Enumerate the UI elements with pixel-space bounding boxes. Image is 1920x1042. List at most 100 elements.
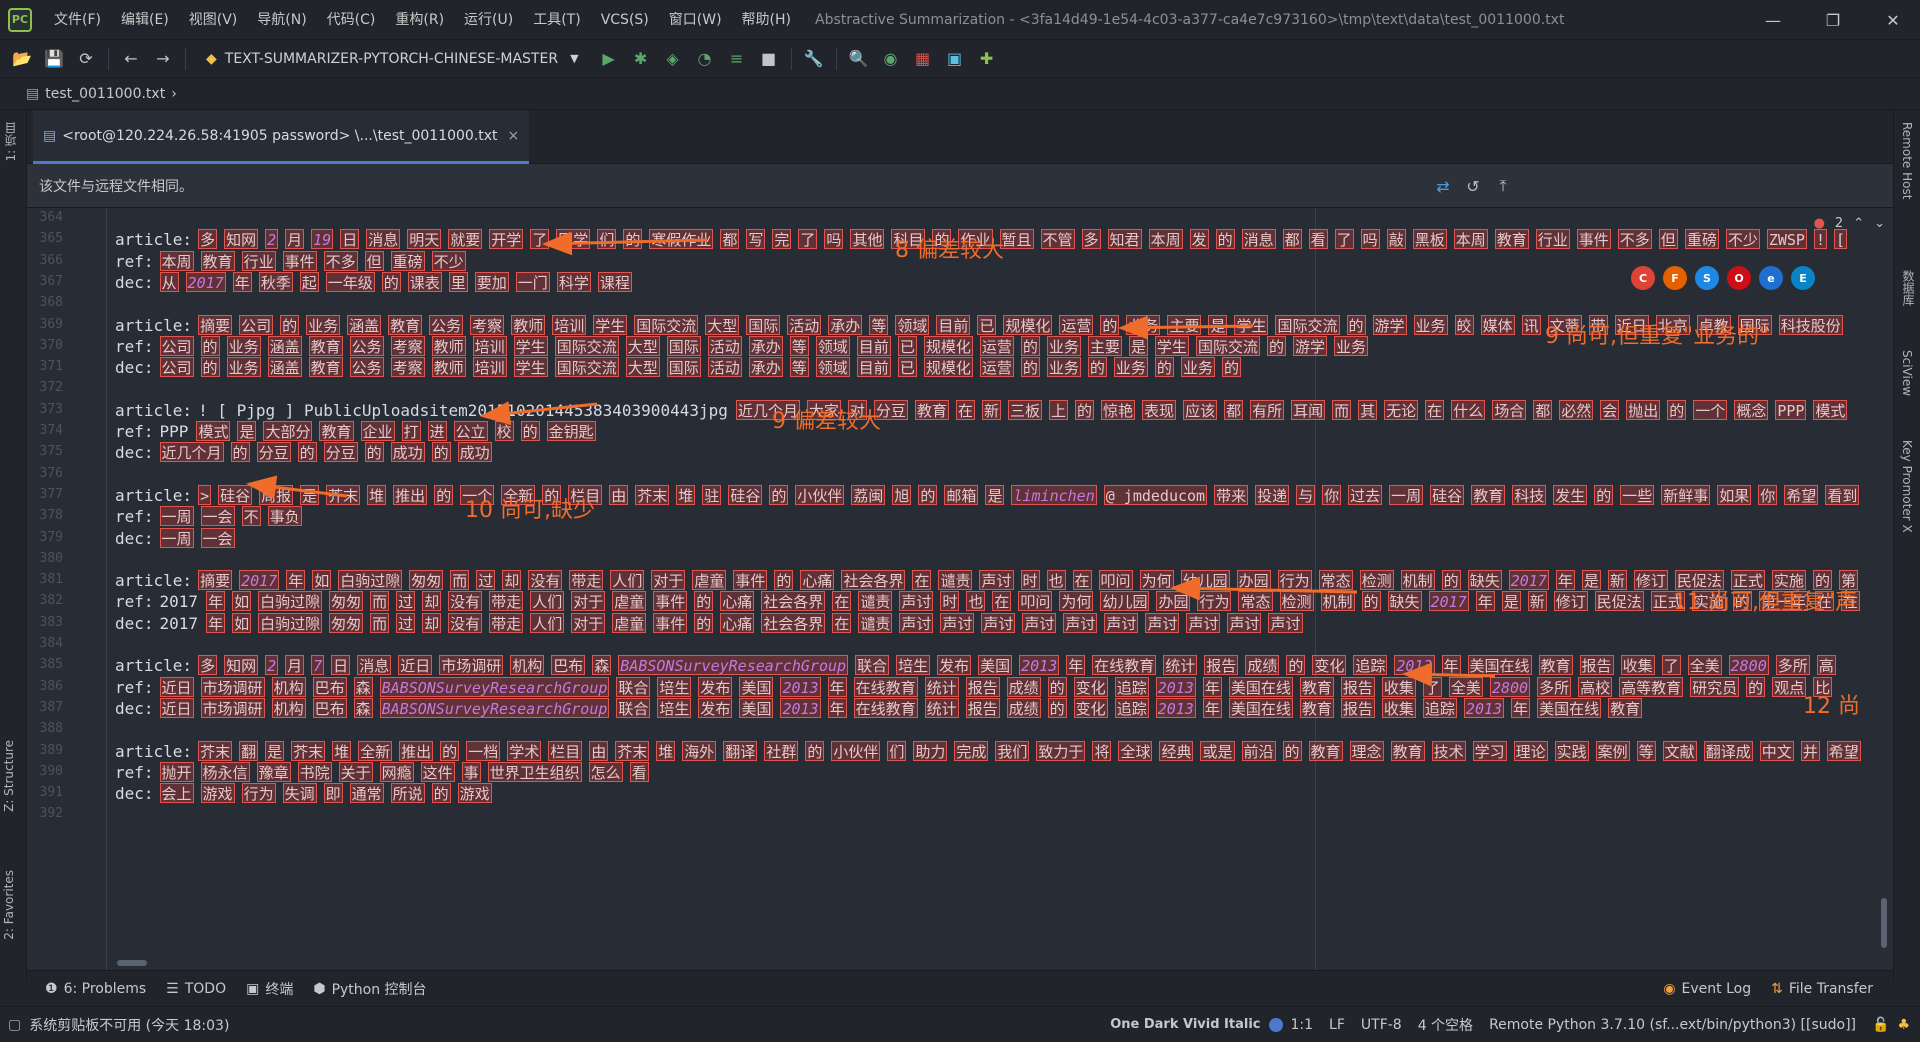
lock-icon[interactable]: 🔓 xyxy=(1872,1017,1889,1033)
arrow-8 xyxy=(542,231,708,256)
menu-item-5[interactable]: 重构(R) xyxy=(385,0,454,40)
revert-icon[interactable]: ↺ xyxy=(1461,174,1485,198)
annotation-9b: 9 偏差较大 xyxy=(772,409,881,434)
project-structure-icon[interactable]: ▦ xyxy=(910,46,936,72)
open-folder-icon[interactable]: 📂 xyxy=(9,46,35,72)
compare-icon[interactable]: ⇄ xyxy=(1431,174,1455,198)
editor-tab-label: <root@120.224.26.58:41905 password> \...… xyxy=(62,127,498,144)
concurrency-icon[interactable]: ≡ xyxy=(724,46,750,72)
navigation-bar: ▤ test_0011000.txt › xyxy=(0,78,1920,110)
theme-indicator-icon xyxy=(1268,1017,1283,1032)
tool-window-buttons-right: ◉ Event Log ⇅ File Transfer xyxy=(1653,971,1883,1007)
tool-window-icon: ⇅ xyxy=(1771,980,1783,997)
menu-item-3[interactable]: 导航(N) xyxy=(247,0,316,40)
arrow-9b xyxy=(480,401,598,426)
annotation-9: 9 尚可,但重复"业务的" xyxy=(1545,324,1770,349)
tool-window-button[interactable]: ⬢ Python 控制台 xyxy=(303,971,436,1007)
menu-item-1[interactable]: 编辑(E) xyxy=(111,0,179,40)
right-tool-strip: Remote Host 数据库 SciView Key Promoter X xyxy=(1893,110,1920,980)
tool-window-button[interactable]: ☰ TODO xyxy=(156,971,236,1007)
main-menu: 文件(F) 编辑(E) 视图(V) 导航(N) 代码(C) 重构(R) 运行(U) 工具(T)… xyxy=(44,0,801,40)
minimize-button[interactable]: — xyxy=(1750,0,1796,40)
run-icon[interactable]: ▶ xyxy=(596,46,622,72)
forward-arrow-icon[interactable]: → xyxy=(150,46,176,72)
search-icon[interactable]: 🔍 xyxy=(846,46,872,72)
window-title: Abstractive Summarization - <3fa14d49-1e… xyxy=(815,11,1565,28)
annotation-12: 12 尚 xyxy=(1803,694,1860,719)
tool-window-icon: ☰ xyxy=(166,980,179,997)
annotation-8: 8 偏差较大 xyxy=(895,238,1004,263)
horizontal-scrollbar[interactable] xyxy=(117,960,147,966)
coverage-icon[interactable]: ◈ xyxy=(660,46,686,72)
tool-window-button[interactable]: ◉ Event Log xyxy=(1653,971,1761,1007)
cursor-position[interactable]: 1:1 xyxy=(1283,1017,1322,1033)
tool-window-label: TODO xyxy=(184,980,227,997)
upload-icon[interactable]: ⤒ xyxy=(1491,174,1515,198)
profile-icon[interactable]: ◔ xyxy=(692,46,718,72)
run-configuration-selector[interactable]: ◆ TEXT-SUMMARIZER-PYTORCH-CHINESE-MASTER… xyxy=(198,45,587,73)
tool-window-icon: ◉ xyxy=(1663,980,1676,997)
menu-item-8[interactable]: VCS(S) xyxy=(591,0,659,40)
editor-tab-active[interactable]: ▤ <root@120.224.26.58:41905 password> \.… xyxy=(33,110,530,164)
tool-window-label: Python 控制台 xyxy=(331,981,427,998)
tool-window-button[interactable]: ❶ 6: Problems xyxy=(35,971,156,1007)
save-icon[interactable]: 💾 xyxy=(41,46,67,72)
code-with-me-icon[interactable]: ◉ xyxy=(878,46,904,72)
project-tool-tab[interactable]: 1: 项目 xyxy=(2,122,19,162)
main-toolbar: 📂 💾 ⟳ ← → ◆ TEXT-SUMMARIZER-PYTORCH-CHIN… xyxy=(0,40,1920,78)
tool-window-button[interactable]: ▣ 终端 xyxy=(236,971,303,1007)
line-separator[interactable]: LF xyxy=(1321,1017,1353,1033)
restore-button[interactable]: ❐ xyxy=(1810,0,1856,40)
vertical-scrollbar[interactable] xyxy=(1881,898,1887,948)
remote-file-banner: 该文件与远程文件相同。 ⇄ ↺ ⤒ xyxy=(27,164,1893,208)
status-message[interactable]: 系统剪贴板不可用 (今天 18:03) xyxy=(21,1015,237,1035)
banner-message: 该文件与远程文件相同。 xyxy=(39,178,193,195)
annotation-11: 11 尚可,但重复"声 xyxy=(1673,590,1858,615)
tool-window-icon: ❶ xyxy=(45,980,58,997)
file-encoding[interactable]: UTF-8 xyxy=(1353,1017,1410,1033)
tool-window-bar: ❶ 6: Problems ☰ TODO ▣ 终端 ⬢ Python 控制台 ◉ Event L… xyxy=(27,970,1893,1006)
debug-icon[interactable]: ✱ xyxy=(628,46,654,72)
menu-item-7[interactable]: 工具(T) xyxy=(523,0,590,40)
tool-window-label: File Transfer xyxy=(1788,980,1873,997)
breadcrumb[interactable]: ▤ test_0011000.txt › xyxy=(26,86,177,102)
remote-deploy-icon[interactable]: ▣ xyxy=(942,46,968,72)
settings-wrench-icon[interactable]: 🔧 xyxy=(801,46,827,72)
key-promoter-tab[interactable]: Key Promoter X xyxy=(1900,440,1914,533)
menu-item-4[interactable]: 代码(C) xyxy=(317,0,386,40)
tool-window-button[interactable]: ⇅ File Transfer xyxy=(1761,971,1883,1007)
menu-item-2[interactable]: 视图(V) xyxy=(179,0,248,40)
annotation-10: 10 尚可,缺少 xyxy=(465,498,595,523)
plugins-icon[interactable]: ✚ xyxy=(974,46,1000,72)
arrow-12 xyxy=(1402,662,1496,687)
code-editor[interactable]: 364 365 366 367 368 369 370 371 372 373 374 375 376 3… xyxy=(27,208,1893,970)
status-bar: ▢ 系统剪贴板不可用 (今天 18:03) One Dark Vivid Ita… xyxy=(0,1006,1920,1042)
pycharm-logo-icon: PC xyxy=(8,7,32,32)
tool-window-buttons: ❶ 6: Problems ☰ TODO ▣ 终端 ⬢ Python 控制台 xyxy=(35,971,437,1007)
back-arrow-icon[interactable]: ← xyxy=(118,46,144,72)
favorites-tool-tab[interactable]: 2: Favorites xyxy=(2,870,16,940)
python-interpreter[interactable]: Remote Python 3.7.10 (sf...ext/bin/pytho… xyxy=(1481,1017,1864,1033)
menu-item-10[interactable]: 帮助(H) xyxy=(732,0,801,40)
status-square-icon[interactable]: ▢ xyxy=(8,1017,21,1033)
database-tab[interactable]: 数据库 xyxy=(1900,270,1917,306)
menu-item-9[interactable]: 窗口(W) xyxy=(659,0,732,40)
arrow-11 xyxy=(1170,576,1358,601)
sync-icon[interactable]: ⟳ xyxy=(73,46,99,72)
tool-window-label: Event Log xyxy=(1681,980,1752,997)
remote-host-tab[interactable]: Remote Host xyxy=(1900,122,1914,199)
menu-item-6[interactable]: 运行(U) xyxy=(454,0,523,40)
theme-name[interactable]: One Dark Vivid Italic xyxy=(1102,1017,1268,1032)
chevron-right-icon: › xyxy=(171,85,177,102)
structure-tool-tab[interactable]: Z: Structure xyxy=(2,740,16,812)
sciview-tab[interactable]: SciView xyxy=(1900,350,1914,396)
close-window-button[interactable]: ✕ xyxy=(1870,0,1916,40)
tool-window-label: 6: Problems xyxy=(63,980,147,997)
notification-icon[interactable]: ♣ xyxy=(1897,1017,1910,1033)
indent-setting[interactable]: 4 个空格 xyxy=(1410,1015,1481,1035)
editor-tab-bar: ▤ <root@120.224.26.58:41905 password> \.… xyxy=(27,110,1893,164)
dropdown-arrow-icon: ▼ xyxy=(570,52,579,65)
stop-icon[interactable]: ■ xyxy=(756,46,782,72)
menu-item-0[interactable]: 文件(F) xyxy=(44,0,111,40)
tab-close-icon[interactable]: × xyxy=(508,128,520,144)
